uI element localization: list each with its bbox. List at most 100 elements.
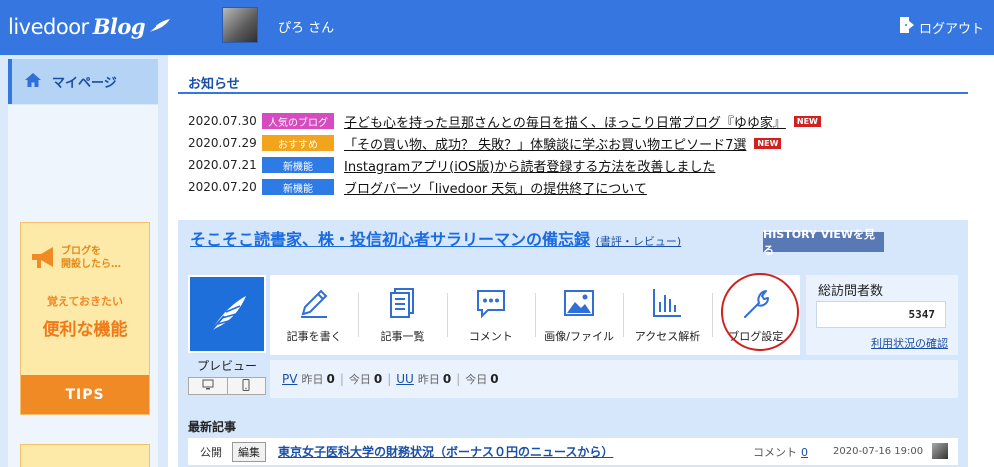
author-thumbnail: [932, 443, 948, 459]
image-file-button[interactable]: 画像/ファイル: [534, 275, 623, 355]
today-label: 今日: [465, 373, 488, 386]
comment-icon: [474, 286, 508, 323]
main-content: お知らせ 2020.07.30 人気のブログ 子ども心を持った旦那さんとの毎日を…: [178, 55, 994, 467]
feather-icon: [146, 16, 172, 40]
blog-panel: そこそこ読書家、株・投信初心者サラリーマンの備忘録 (書評・レビュー) HIST…: [178, 220, 968, 467]
blog-settings-button[interactable]: ブログ設定: [711, 275, 800, 355]
pc-preview-button[interactable]: [189, 378, 227, 394]
pv-uu-bar: PV 昨日 0 | 今日 0 | UU 昨日 0 | 今日 0: [270, 360, 958, 398]
edit-button[interactable]: 編集: [232, 441, 266, 462]
news-date: 2020.07.21: [188, 158, 257, 172]
wrench-icon: [739, 286, 773, 323]
action-label: コメント: [468, 330, 513, 343]
desktop-icon: [202, 379, 214, 393]
news-item: 2020.07.20 新機能 ブログパーツ「livedoor 天気」の提供終了に…: [188, 176, 821, 198]
news-link[interactable]: 子ども心を持った旦那さんとの毎日を描く、ほっこり日常ブログ『ゆゆ家』: [344, 112, 786, 131]
tips-sub-line1: ブログを: [61, 246, 101, 257]
action-label: 画像/ファイル: [544, 330, 614, 343]
sidebar-item-mypage[interactable]: マイページ: [8, 59, 158, 104]
logo-blog-text: Blog: [92, 14, 146, 39]
blog-actions: 記事を書く 記事一覧 コメント 画像/ファイル アクセス解析 ブログ設定: [270, 275, 800, 355]
feather-icon: [204, 290, 250, 339]
home-icon: [24, 72, 42, 92]
visitor-stats: 総訪問者数 5347 利用状況の確認: [806, 275, 958, 355]
smartphone-icon: [242, 378, 250, 394]
blog-preview-thumbnail[interactable]: [188, 275, 266, 353]
header-bar: livedoor Blog ぴろ さん ログアウト: [0, 0, 994, 55]
livedoor-blog-logo[interactable]: livedoor Blog: [8, 14, 172, 40]
tips-line2: 便利な機能: [42, 320, 128, 340]
today-uu-value: 0: [490, 372, 499, 386]
new-badge: NEW: [754, 137, 782, 149]
logout-label: ログアウト: [918, 21, 984, 37]
comment-button[interactable]: コメント: [446, 275, 535, 355]
preview-device-toggle: [188, 377, 266, 395]
preview-box: プレビュー: [188, 275, 266, 395]
today-pv-value: 0: [373, 372, 383, 386]
usage-status-link[interactable]: 利用状況の確認: [871, 335, 948, 351]
access-analytics-button[interactable]: アクセス解析: [623, 275, 711, 355]
separator: |: [339, 372, 344, 386]
stats-label: 総訪問者数: [818, 284, 884, 299]
write-article-button[interactable]: 記事を書く: [270, 275, 358, 355]
megaphone-icon: [29, 245, 59, 274]
smartphone-preview-button[interactable]: [226, 378, 266, 394]
tips-label: TIPS: [21, 375, 149, 414]
logout-button[interactable]: ログアウト: [899, 16, 984, 38]
yesterday-label: 昨日: [301, 373, 324, 386]
blog-category-link[interactable]: (書評・レビュー): [596, 235, 682, 248]
sidebar-banner-2[interactable]: [20, 444, 150, 467]
comment-label: コメント: [753, 445, 797, 459]
sidebar: マイページ ブログを 開設したら… 覚えておきたい 便利な機能 TIPS: [0, 55, 168, 467]
yesterday-label: 昨日: [417, 373, 440, 386]
image-icon: [562, 286, 596, 323]
news-title: お知らせ: [188, 77, 240, 92]
news-date: 2020.07.29: [188, 136, 257, 150]
uu-link[interactable]: UU: [396, 372, 414, 386]
news-tag: 人気のブログ: [262, 113, 334, 129]
news-link[interactable]: 「その買い物、成功？ 失敗？」体験談に学ぶお買い物エピソード7選: [344, 134, 746, 153]
action-label: アクセス解析: [634, 330, 701, 343]
logout-door-icon: [899, 16, 915, 38]
sidebar-item-label: マイページ: [52, 76, 117, 91]
yesterday-pv-value: 0: [326, 372, 335, 386]
tips-sub-line2: 開設したら…: [61, 259, 121, 270]
tips-banner[interactable]: ブログを 開設したら… 覚えておきたい 便利な機能 TIPS: [20, 222, 150, 415]
pencil-icon: [297, 286, 331, 323]
news-tag: 新機能: [262, 179, 334, 195]
username[interactable]: ぴろ さん: [278, 17, 334, 36]
tips-line1: 覚えておきたい: [46, 295, 124, 308]
article-title-link[interactable]: 東京女子医科大学の財務状況（ボーナス０円のニュースから）: [278, 443, 613, 460]
news-link[interactable]: Instagramアプリ(iOS版)から読者登録する方法を改善しました: [344, 156, 715, 175]
news-date: 2020.07.30: [188, 114, 257, 128]
action-label: ブログ設定: [728, 330, 784, 343]
action-label: 記事を書く: [286, 330, 342, 343]
article-list-button[interactable]: 記事一覧: [358, 275, 446, 355]
news-item: 2020.07.21 新機能 Instagramアプリ(iOS版)から読者登録す…: [188, 154, 821, 176]
news-item: 2020.07.29 おすすめ 「その買い物、成功？ 失敗？」体験談に学ぶお買い…: [188, 132, 821, 154]
visitor-count: 5347: [816, 301, 946, 328]
blog-title: そこそこ読書家、株・投信初心者サラリーマンの備忘録 (書評・レビュー): [190, 230, 700, 252]
comment-count-link[interactable]: 0: [801, 446, 808, 459]
news-date: 2020.07.20: [188, 180, 257, 194]
logo-text: livedoor: [8, 15, 89, 39]
news-tag: おすすめ: [262, 135, 334, 151]
new-badge: NEW: [793, 115, 821, 127]
preview-label: プレビュー: [196, 359, 257, 373]
bar-chart-icon: [650, 286, 684, 323]
table-row: 公開 編集 東京女子医科大学の財務状況（ボーナス０円のニュースから） コメント 0…: [188, 438, 958, 465]
article-status: 公開: [200, 445, 222, 459]
article-date: 2020-07-16 19:00: [833, 446, 924, 457]
article-comment: コメント 0: [753, 444, 808, 460]
latest-articles-title: 最新記事: [188, 420, 237, 434]
news-list: 2020.07.30 人気のブログ 子ども心を持った旦那さんとの毎日を描く、ほっ…: [188, 110, 821, 198]
tips-banner-top: ブログを 開設したら… 覚えておきたい 便利な機能: [21, 223, 149, 375]
blog-title-link[interactable]: そこそこ読書家、株・投信初心者サラリーマンの備忘録: [190, 230, 590, 249]
avatar[interactable]: [222, 7, 258, 43]
pv-link[interactable]: PV: [282, 372, 297, 386]
history-view-button[interactable]: HISTORY VIEWを見る: [763, 228, 884, 257]
news-item: 2020.07.30 人気のブログ 子ども心を持った旦那さんとの毎日を描く、ほっ…: [188, 110, 821, 132]
separator: |: [387, 372, 392, 386]
document-list-icon: [385, 286, 419, 323]
news-link[interactable]: ブログパーツ「livedoor 天気」の提供終了について: [344, 178, 647, 197]
